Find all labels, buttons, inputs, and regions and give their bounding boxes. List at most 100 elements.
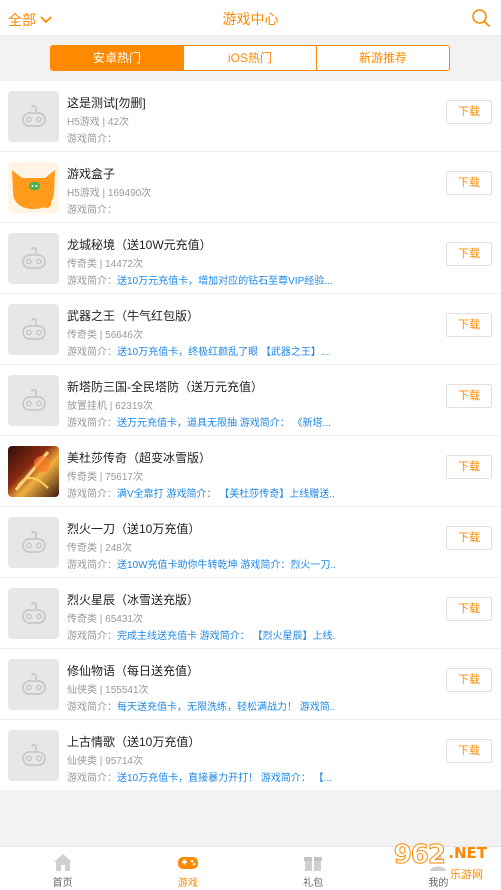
game-description: 游戏简介：送万元充值卡，道具无限抽 游戏简介： 《新塔... bbox=[67, 414, 335, 429]
game-description-text: 完成主线送充值卡 游戏简介： 【烈火星辰】上线... bbox=[117, 631, 335, 642]
game-meta: 传奇类 | 75617次 bbox=[67, 472, 143, 483]
nav-home[interactable]: 首页 bbox=[0, 847, 125, 890]
game-meta: 传奇类 | 248次 bbox=[67, 543, 132, 554]
cat-logo-icon bbox=[12, 170, 55, 209]
game-description: 游戏简介：完成主线送充值卡 游戏简介： 【烈火星辰】上线... bbox=[67, 627, 335, 642]
download-button[interactable]: 下载 bbox=[446, 668, 492, 692]
game-description-label: 游戏简介： bbox=[67, 631, 117, 642]
game-thumbnail[interactable] bbox=[8, 588, 59, 639]
game-description: 游戏简介：送10万充值卡，直接暴力开打！ 游戏简介： 【... bbox=[67, 769, 335, 784]
game-meta: 放置挂机 | 62319次 bbox=[67, 401, 153, 412]
game-thumbnail[interactable] bbox=[8, 446, 59, 497]
game-name[interactable]: 新塔防三国-全民塔防（送万元充值） bbox=[67, 378, 263, 395]
gamepad-placeholder-icon bbox=[21, 104, 46, 127]
download-button[interactable]: 下载 bbox=[446, 597, 492, 621]
game-list-item[interactable]: 武器之王（牛气红包版） 传奇类 | 56646次 游戏简介：送10万充值卡，终极红颜… bbox=[0, 294, 501, 365]
game-list-item[interactable]: 烈火星辰（冰雪送充版） 传奇类 | 65431次 游戏简介：完成主线送充值卡 游戏简… bbox=[0, 578, 501, 649]
game-list-item[interactable]: 游戏盒子 H5游戏 | 169490次 游戏简介： 下载 bbox=[0, 152, 501, 223]
game-description-text: 送10W充值卡助你牛转乾坤 游戏简介：烈火一刀... bbox=[117, 560, 335, 571]
gamepad-placeholder-icon bbox=[21, 601, 46, 624]
game-list: 这是测试[勿删] H5游戏 | 42次 游戏简介： 下载 游戏盒子 H5游戏 | 1694… bbox=[0, 81, 501, 791]
game-name[interactable]: 龙城秘境（送10W元充值） bbox=[67, 236, 212, 253]
game-list-item[interactable]: 新塔防三国-全民塔防（送万元充值） 放置挂机 | 62319次 游戏简介：送万元充值… bbox=[0, 365, 501, 436]
nav-gifts[interactable]: 礼包 bbox=[251, 847, 376, 890]
download-button[interactable]: 下载 bbox=[446, 171, 492, 195]
nav-gifts-label: 礼包 bbox=[303, 878, 324, 889]
platform-tabs: 安卓热门 iOS热门 新游推荐 bbox=[50, 45, 450, 71]
nav-home-label: 首页 bbox=[52, 878, 73, 889]
game-description: 游戏简介：满V全靠打 游戏简介： 【美杜莎传奇】上线赠送... bbox=[67, 485, 335, 500]
top-bar: 全部 游戏中心 bbox=[0, 0, 501, 36]
download-button[interactable]: 下载 bbox=[446, 100, 492, 124]
game-list-item[interactable]: 烈火一刀（送10万充值） 传奇类 | 248次 游戏简介：送10W充值卡助你牛转乾坤… bbox=[0, 507, 501, 578]
game-list-item[interactable]: 上古情歌（送10万充值） 仙侠类 | 95714次游戏简介：送10万充值卡，直接暴… bbox=[0, 720, 501, 791]
game-description: 游戏简介： bbox=[67, 201, 335, 216]
tab-new-games[interactable]: 新游推荐 bbox=[316, 46, 449, 70]
game-thumbnail[interactable] bbox=[8, 730, 59, 781]
game-name[interactable]: 游戏盒子 bbox=[67, 165, 115, 182]
game-description: 游戏简介：送10万元充值卡，增加对应的钻石至尊VIP经验... bbox=[67, 272, 335, 287]
gamepad-placeholder-icon bbox=[21, 317, 46, 340]
game-thumbnail[interactable] bbox=[8, 162, 59, 213]
game-description: 游戏简介：送10W充值卡助你牛转乾坤 游戏简介：烈火一刀... bbox=[67, 556, 335, 571]
game-description-label: 游戏简介： bbox=[67, 205, 117, 216]
game-thumbnail[interactable] bbox=[8, 375, 59, 426]
game-name[interactable]: 烈火星辰（冰雪送充版） bbox=[67, 591, 199, 608]
game-meta: H5游戏 | 169490次 bbox=[67, 188, 152, 199]
game-thumbnail[interactable] bbox=[8, 517, 59, 568]
game-name[interactable]: 上古情歌（送10万充值） bbox=[67, 733, 200, 750]
game-thumbnail[interactable] bbox=[8, 659, 59, 710]
game-meta: 传奇类 | 14472次 bbox=[67, 259, 143, 270]
game-list-item[interactable]: 这是测试[勿删] H5游戏 | 42次 游戏简介： 下载 bbox=[0, 81, 501, 152]
tab-android-hot[interactable]: 安卓热门 bbox=[51, 46, 183, 70]
gamepad-icon bbox=[177, 857, 198, 869]
game-name[interactable]: 烈火一刀（送10万充值） bbox=[67, 520, 200, 537]
game-thumbnail[interactable] bbox=[8, 304, 59, 355]
game-description: 游戏简介：送10万充值卡，终极红颜乱了眼 【武器之王】... bbox=[67, 343, 335, 358]
game-name[interactable]: 美杜莎传奇（超变冰雪版） bbox=[67, 449, 211, 466]
game-meta: H5游戏 | 42次 bbox=[67, 117, 130, 128]
game-list-item[interactable]: 龙城秘境（送10W元充值） 传奇类 | 14472次游戏简介：送10万元充值卡，增… bbox=[0, 223, 501, 294]
game-description-label: 游戏简介： bbox=[67, 276, 117, 287]
game-thumbnail[interactable] bbox=[8, 91, 59, 142]
game-list-item[interactable]: 修仙物语（每日送充值） 仙侠类 | 155541次 游戏简介：每天送充值卡，无限洗练… bbox=[0, 649, 501, 720]
game-description-label: 游戏简介： bbox=[67, 418, 117, 429]
game-list-item[interactable]: 美杜莎传奇（超变冰雪版） 传奇类 | 75617次游戏简介：满V全靠打 游戏简介：… bbox=[0, 436, 501, 507]
game-name[interactable]: 武器之王（牛气红包版） bbox=[67, 307, 199, 324]
game-description-label: 游戏简介： bbox=[67, 560, 117, 571]
game-meta: 传奇类 | 56646次 bbox=[67, 330, 143, 341]
game-description-label: 游戏简介： bbox=[67, 347, 117, 358]
game-description-text: 送万元充值卡，道具无限抽 游戏简介： 《新塔... bbox=[117, 418, 331, 429]
game-meta: 仙侠类 | 95714次 bbox=[67, 756, 143, 767]
gamepad-placeholder-icon bbox=[21, 388, 46, 411]
watermark-suffix: .NET bbox=[448, 844, 487, 862]
game-description-text: 每天送充值卡，无限洗练，轻松满战力！ 游戏简... bbox=[117, 702, 335, 713]
game-meta: 仙侠类 | 155541次 bbox=[67, 685, 149, 696]
game-name[interactable]: 这是测试[勿删] bbox=[67, 94, 146, 111]
nav-games[interactable]: 游戏 bbox=[125, 847, 250, 890]
game-description-label: 游戏简介： bbox=[67, 773, 117, 784]
watermark-subtitle: 乐游网 bbox=[450, 868, 483, 881]
game-description-label: 游戏简介： bbox=[67, 489, 117, 500]
nav-games-label: 游戏 bbox=[177, 878, 198, 889]
download-button[interactable]: 下载 bbox=[446, 739, 492, 763]
site-watermark: 962 .NET 乐游网 bbox=[365, 838, 495, 882]
download-button[interactable]: 下载 bbox=[446, 242, 492, 266]
game-name[interactable]: 修仙物语（每日送充值） bbox=[67, 662, 199, 679]
download-button[interactable]: 下载 bbox=[446, 455, 492, 479]
game-description-text: 送10万充值卡，终极红颜乱了眼 【武器之王】... bbox=[117, 347, 330, 358]
download-button[interactable]: 下载 bbox=[446, 313, 492, 337]
game-description-label: 游戏简介： bbox=[67, 134, 117, 145]
game-description-label: 游戏简介： bbox=[67, 702, 117, 713]
game-description: 游戏简介： bbox=[67, 130, 335, 145]
gamepad-placeholder-icon bbox=[21, 530, 46, 553]
game-thumbnail[interactable] bbox=[8, 233, 59, 284]
tab-ios-hot[interactable]: iOS热门 bbox=[183, 46, 316, 70]
gamepad-placeholder-icon bbox=[21, 246, 46, 269]
game-description: 游戏简介：每天送充值卡，无限洗练，轻松满战力！ 游戏简... bbox=[67, 698, 335, 713]
download-button[interactable]: 下载 bbox=[446, 384, 492, 408]
page-title: 游戏中心 bbox=[222, 11, 279, 27]
home-icon bbox=[53, 854, 72, 871]
download-button[interactable]: 下载 bbox=[446, 526, 492, 550]
search-icon[interactable] bbox=[471, 8, 491, 28]
